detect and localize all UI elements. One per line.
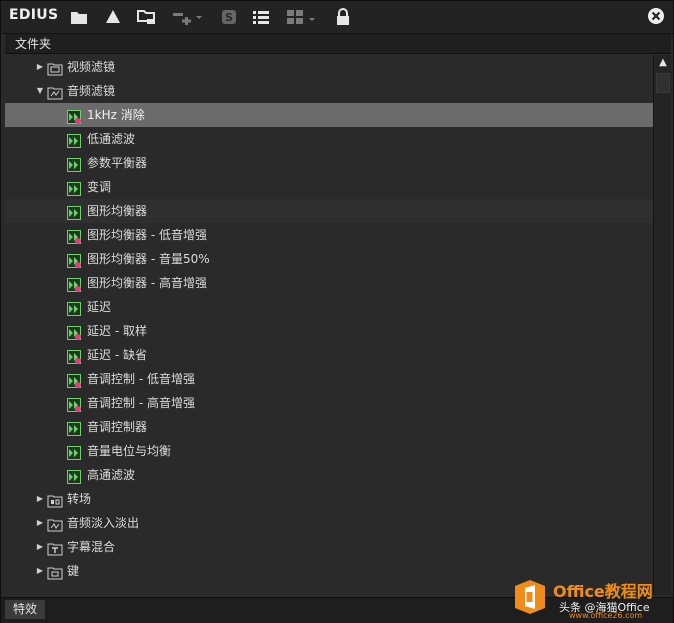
tree-item-label: 图形均衡器 - 高音增强 (87, 276, 207, 290)
audio-filter-icon (67, 468, 81, 484)
tree-item-graphic-eq-treble[interactable]: 图形均衡器 - 高音增强 (5, 271, 653, 295)
tree-item-label: 图形均衡器 - 音量50% (87, 252, 210, 266)
expand-arrow-icon[interactable]: ▶ (35, 511, 45, 535)
tree-item-1khz-removal[interactable]: 1kHz 消除 (5, 103, 653, 127)
warning-icon[interactable] (103, 7, 123, 27)
audio-fade-folder-icon (47, 516, 63, 532)
audio-filter-icon (67, 180, 81, 196)
keyer-folder-icon (47, 564, 63, 580)
audio-filter-icon (67, 420, 81, 436)
tree-folder-label: 键 (67, 564, 80, 578)
folder-icon[interactable] (69, 7, 89, 27)
tree-item-label: 1kHz 消除 (87, 108, 145, 122)
close-icon[interactable] (647, 7, 665, 25)
audio-filter-icon (67, 156, 81, 172)
tree-item-parametric-eq[interactable]: 参数平衡器 (5, 151, 653, 175)
scroll-thumb[interactable] (656, 73, 670, 93)
tree-folder-audio-fade[interactable]: ▶ 音频淡入淡出 (5, 511, 653, 535)
tree-item-label: 延迟 - 缺省 (87, 348, 147, 362)
audio-filter-badge-icon (67, 324, 81, 340)
grid-icon[interactable] (285, 7, 319, 27)
transition-folder-icon (47, 492, 63, 508)
audio-filter-badge-icon (67, 372, 81, 388)
tree-item-label: 图形均衡器 - 低音增强 (87, 228, 207, 242)
audio-filter-badge-icon (67, 108, 81, 124)
audio-filter-badge-icon (67, 276, 81, 292)
audio-filter-badge-icon (67, 228, 81, 244)
tree-item-label: 音量电位与均衡 (87, 444, 172, 458)
office-logo-icon (511, 578, 549, 616)
tree-folder-video-filters[interactable]: ▶ 视频滤镜 (5, 55, 653, 79)
video-filter-folder-icon (47, 60, 63, 76)
tree-item-graphic-eq-bass[interactable]: 图形均衡器 - 低音增强 (5, 223, 653, 247)
scroll-up-icon[interactable]: ▲ (658, 58, 668, 68)
audio-filter-badge-icon (67, 348, 81, 364)
expand-arrow-icon[interactable]: ▶ (35, 55, 45, 79)
tree-folder-label: 字幕混合 (67, 540, 116, 554)
tree-item-label: 参数平衡器 (87, 156, 148, 170)
s-icon[interactable]: S (219, 7, 239, 27)
audio-filter-icon (67, 204, 81, 220)
list-icon[interactable] (251, 7, 271, 27)
svg-text:S: S (225, 11, 233, 24)
audio-filter-folder-icon (47, 84, 63, 100)
tree-folder-title-mix[interactable]: ▶ 字幕混合 (5, 535, 653, 559)
audio-filter-icon (67, 300, 81, 316)
title-mix-folder-icon (47, 540, 63, 556)
tree-item-tone-bass[interactable]: 音调控制 - 低音增强 (5, 367, 653, 391)
tree-item-delay-default[interactable]: 延迟 - 缺省 (5, 343, 653, 367)
tree-item-graphic-eq-volume[interactable]: 图形均衡器 - 音量50% (5, 247, 653, 271)
toolbar: EDIUS S (1, 1, 673, 34)
tree-folder-transitions[interactable]: ▶ 转场 (5, 487, 653, 511)
tree-item-label: 高通滤波 (87, 468, 136, 482)
tree-item-tone-controller[interactable]: 音调控制器 (5, 415, 653, 439)
tree-item-label: 音调控制 - 低音增强 (87, 372, 195, 386)
tree-folder-label: 转场 (67, 492, 92, 506)
tree-item-label: 变调 (87, 180, 112, 194)
expand-arrow-icon[interactable]: ▶ (35, 487, 45, 511)
audio-filter-icon (67, 132, 81, 148)
app-brand: EDIUS (9, 7, 59, 23)
audio-filter-badge-icon (67, 252, 81, 268)
effects-window: EDIUS S 文件夹 ▶ 视频滤镜 ▼ 音频滤镜 1kHz 消除 低通滤波 参… (0, 0, 674, 623)
folder-header: 文件夹 (5, 34, 671, 54)
tree-folder-audio-filters[interactable]: ▼ 音频滤镜 (5, 79, 653, 103)
tree-item-label: 低通滤波 (87, 132, 136, 146)
audio-filter-icon (67, 444, 81, 460)
tree-item-label: 延迟 (87, 300, 112, 314)
tree-item-graphic-eq[interactable]: 图形均衡器 (5, 199, 653, 223)
tree-item-label: 音调控制器 (87, 420, 148, 434)
add-dropdown-icon[interactable] (171, 7, 205, 27)
tree-item-volume-pan-balance[interactable]: 音量电位与均衡 (5, 439, 653, 463)
tree-item-lowpass[interactable]: 低通滤波 (5, 127, 653, 151)
tree-item-highpass[interactable]: 高通滤波 (5, 463, 653, 487)
folder-network-icon[interactable] (137, 7, 157, 27)
collapse-arrow-icon[interactable]: ▼ (35, 79, 45, 103)
expand-arrow-icon[interactable]: ▶ (35, 559, 45, 583)
audio-filter-badge-icon (67, 396, 81, 412)
effects-tree: ▶ 视频滤镜 ▼ 音频滤镜 1kHz 消除 低通滤波 参数平衡器 变调 图形均衡… (5, 55, 653, 595)
tree-folder-label: 音频淡入淡出 (67, 516, 140, 530)
tree-item-delay[interactable]: 延迟 (5, 295, 653, 319)
tree-folder-label: 视频滤镜 (67, 60, 116, 74)
tree-item-tone-treble[interactable]: 音调控制 - 高音增强 (5, 391, 653, 415)
tree-item-pitch-shift[interactable]: 变调 (5, 175, 653, 199)
vertical-scrollbar[interactable]: ▲ (653, 55, 671, 595)
tab-effects[interactable]: 特效 (5, 600, 46, 619)
tree-folder-label: 音频滤镜 (67, 84, 116, 98)
tree-item-label: 延迟 - 取样 (87, 324, 147, 338)
watermark-url: www.office26.com (569, 611, 643, 620)
tree-item-delay-sample[interactable]: 延迟 - 取样 (5, 319, 653, 343)
watermark: Office教程网 头条 @海猫Office www.office26.com (509, 576, 673, 622)
tree-item-label: 图形均衡器 (87, 204, 148, 218)
expand-arrow-icon[interactable]: ▶ (35, 535, 45, 559)
tree-item-label: 音调控制 - 高音增强 (87, 396, 195, 410)
lock-icon[interactable] (333, 7, 353, 27)
